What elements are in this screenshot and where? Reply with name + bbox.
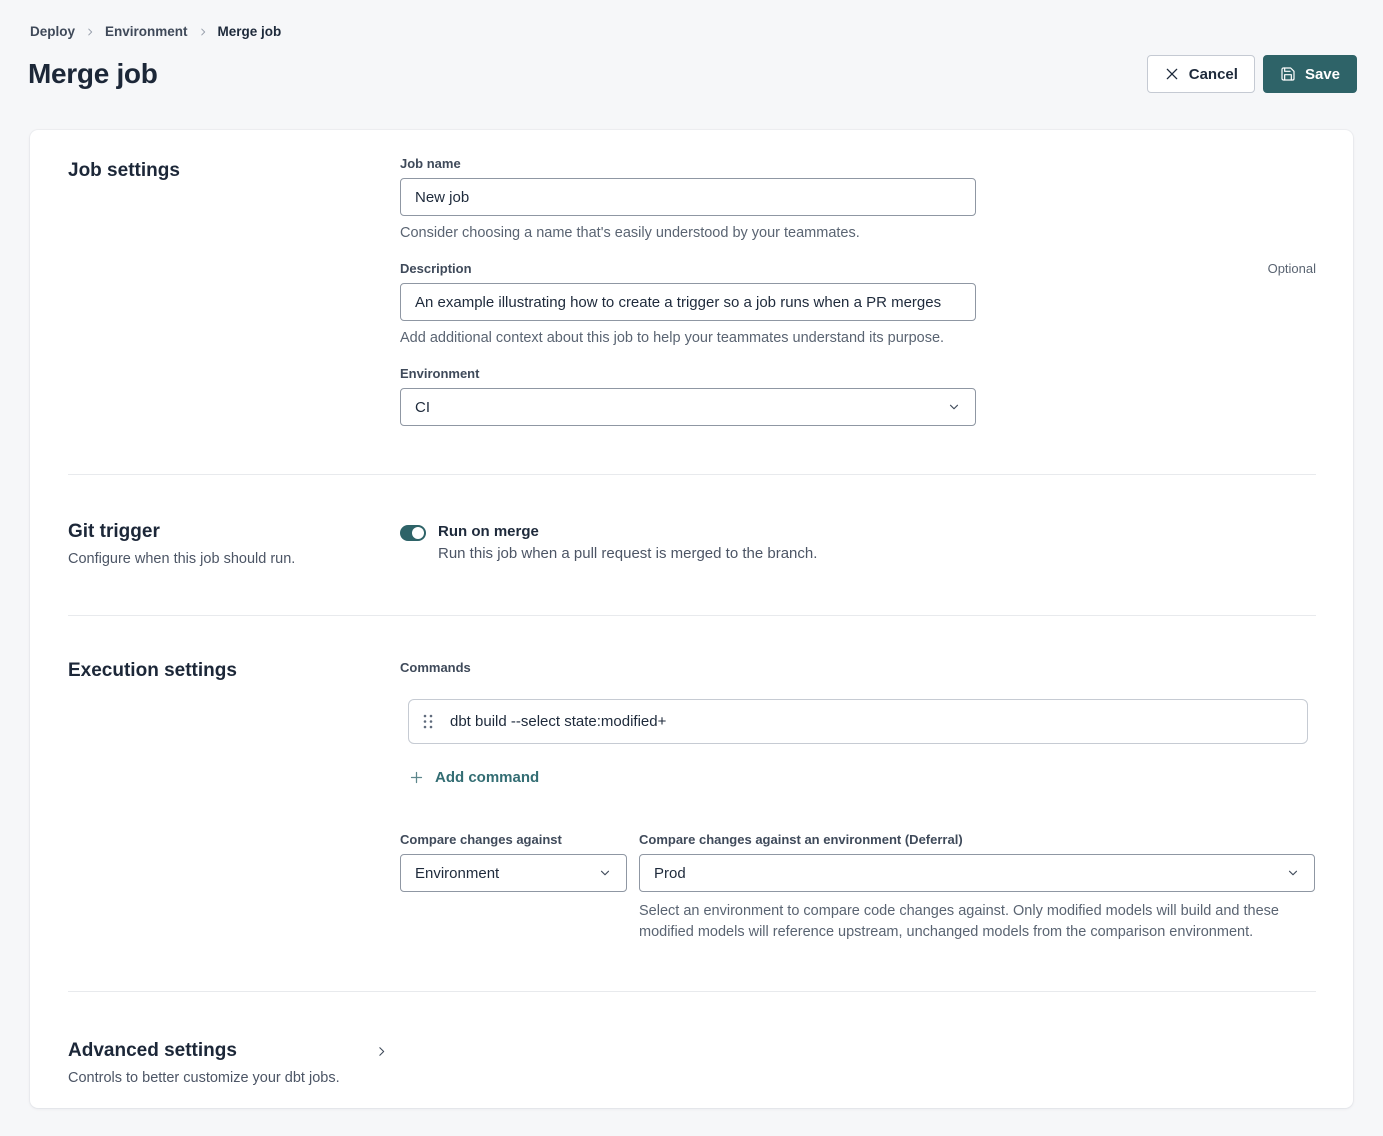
add-command-button[interactable]: Add command	[409, 769, 539, 786]
save-button[interactable]: Save	[1263, 55, 1357, 93]
run-on-merge-label: Run on merge	[438, 523, 817, 540]
chevron-right-icon	[198, 27, 208, 37]
job-name-helper: Consider choosing a name that's easily u…	[400, 225, 1316, 241]
description-label: Description	[400, 261, 472, 276]
chevron-right-icon[interactable]	[375, 1045, 388, 1058]
section-job-settings: Job settings Job name Consider choosing …	[30, 130, 1353, 474]
save-icon	[1280, 66, 1296, 82]
command-row[interactable]: dbt build --select state:modified+	[408, 699, 1308, 744]
section-advanced-settings[interactable]: Advanced settings Controls to better cus…	[30, 992, 1353, 1136]
breadcrumb-deploy[interactable]: Deploy	[30, 24, 75, 39]
add-command-label: Add command	[435, 769, 539, 786]
deferral-select-value: Prod	[654, 865, 686, 882]
cancel-button[interactable]: Cancel	[1147, 55, 1255, 93]
environment-select-value: CI	[415, 399, 430, 416]
run-on-merge-row: Run on merge Run this job when a pull re…	[400, 521, 1316, 562]
breadcrumb-merge-job: Merge job	[218, 24, 282, 39]
description-helper: Add additional context about this job to…	[400, 330, 1316, 346]
job-name-input[interactable]	[400, 178, 976, 216]
job-settings-card: Job settings Job name Consider choosing …	[30, 130, 1353, 1108]
deferral-select[interactable]: Prod	[639, 854, 1315, 892]
execution-settings-heading: Execution settings	[68, 660, 400, 682]
git-trigger-subtext: Configure when this job should run.	[68, 551, 400, 567]
chevron-down-icon	[1286, 866, 1300, 880]
job-settings-heading: Job settings	[68, 160, 400, 182]
commands-label: Commands	[400, 660, 1316, 675]
compare-against-field-group: Compare changes against Environment	[400, 832, 627, 943]
breadcrumb-environment[interactable]: Environment	[105, 24, 188, 39]
compare-against-select[interactable]: Environment	[400, 854, 627, 892]
job-name-label: Job name	[400, 156, 461, 171]
save-button-label: Save	[1305, 66, 1340, 83]
deferral-field-group: Compare changes against an environment (…	[639, 832, 1315, 943]
command-text[interactable]: dbt build --select state:modified+	[450, 713, 666, 730]
section-execution-settings: Execution settings Commands dbt build --…	[30, 616, 1353, 991]
run-on-merge-description: Run this job when a pull request is merg…	[438, 545, 817, 562]
run-on-merge-toggle[interactable]	[400, 525, 426, 541]
page-header: Merge job Cancel Save	[0, 39, 1383, 93]
chevron-down-icon	[947, 400, 961, 414]
chevron-down-icon	[598, 866, 612, 880]
git-trigger-heading: Git trigger	[68, 521, 400, 543]
close-icon	[1164, 66, 1180, 82]
chevron-right-icon	[85, 27, 95, 37]
description-field-group: Description Optional Add additional cont…	[400, 261, 1316, 346]
advanced-settings-subtext: Controls to better customize your dbt jo…	[68, 1070, 400, 1086]
job-name-field-group: Job name Consider choosing a name that's…	[400, 156, 1316, 241]
environment-label: Environment	[400, 366, 479, 381]
compare-row: Compare changes against Environment Comp…	[400, 832, 1316, 943]
page-title: Merge job	[28, 58, 158, 90]
deferral-helper: Select an environment to compare code ch…	[639, 901, 1315, 943]
drag-handle-icon[interactable]	[423, 714, 433, 729]
environment-select[interactable]: CI	[400, 388, 976, 426]
description-input[interactable]	[400, 283, 976, 321]
optional-badge: Optional	[1268, 261, 1316, 276]
deferral-label: Compare changes against an environment (…	[639, 832, 963, 847]
plus-icon	[409, 770, 424, 785]
toggle-knob	[412, 527, 424, 539]
section-git-trigger: Git trigger Configure when this job shou…	[30, 475, 1353, 615]
breadcrumb: Deploy Environment Merge job	[0, 0, 1383, 39]
merge-job-page: Deploy Environment Merge job Merge job C…	[0, 0, 1383, 1132]
compare-against-select-value: Environment	[415, 865, 499, 882]
compare-against-label: Compare changes against	[400, 832, 562, 847]
cancel-button-label: Cancel	[1189, 66, 1238, 83]
advanced-settings-heading: Advanced settings	[68, 1040, 400, 1062]
header-actions: Cancel Save	[1147, 55, 1357, 93]
environment-field-group: Environment CI	[400, 366, 1316, 426]
